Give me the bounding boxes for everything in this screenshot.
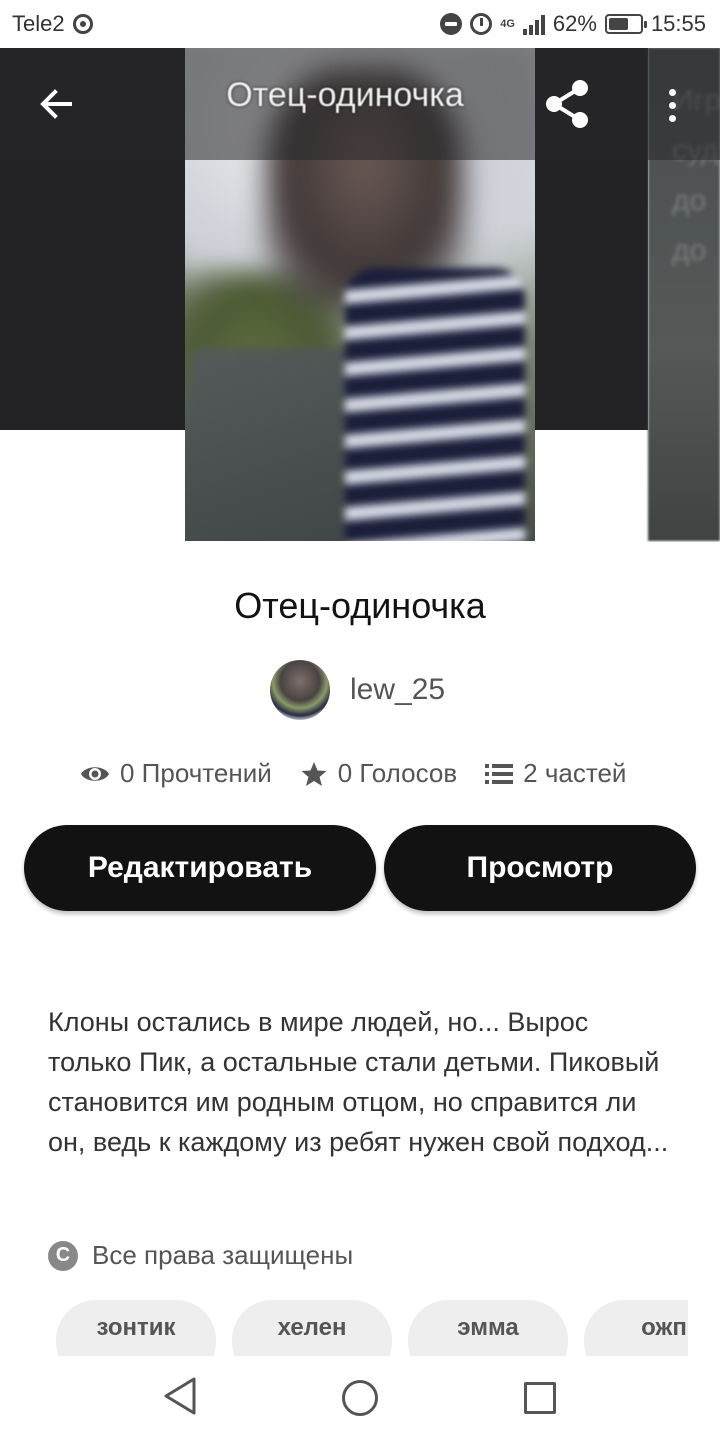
share-icon xyxy=(546,80,588,128)
do-not-disturb-icon xyxy=(440,13,463,35)
carrier-label: Tele2 xyxy=(12,11,65,36)
clock: 15:55 xyxy=(650,11,706,36)
story-title: Отец-одиночка xyxy=(234,585,486,626)
parts-stat: 2 частей xyxy=(485,758,626,789)
reads-count: 0 Прочтений xyxy=(120,758,272,788)
hotspot-icon xyxy=(72,14,93,34)
nav-home-icon[interactable] xyxy=(342,1380,378,1416)
more-vertical-icon xyxy=(668,88,676,96)
share-button[interactable] xyxy=(540,76,596,132)
author-link[interactable]: lew_25 xyxy=(270,660,445,720)
votes-stat: 0 Голосов xyxy=(300,758,457,789)
cover-carousel[interactable]: Игр суд до до Отец-одиночка xyxy=(0,48,720,542)
signal-icon xyxy=(522,13,545,35)
toolbar-title: Отец-одиночка xyxy=(226,76,464,114)
eye-icon xyxy=(81,766,109,781)
alarm-icon xyxy=(470,13,493,35)
network-type: 4G xyxy=(500,18,515,30)
back-button[interactable] xyxy=(30,78,82,130)
star-icon xyxy=(301,761,327,786)
nav-back-icon[interactable] xyxy=(162,1376,198,1416)
system-navigation-bar xyxy=(0,1356,720,1440)
arrow-left-icon xyxy=(40,89,72,119)
author-name[interactable]: lew_25 xyxy=(350,673,445,707)
story-stats: 0 Прочтений 0 Голосов 2 частей xyxy=(80,758,626,789)
copyright-row: C Все права защищены xyxy=(48,1240,353,1271)
tag-list: зонтик хелен эмма ожп xyxy=(56,1300,688,1356)
copyright-label: Все права защищены xyxy=(92,1240,354,1270)
avatar[interactable] xyxy=(270,660,330,720)
tag-chip[interactable]: зонтик xyxy=(56,1300,216,1356)
reads-stat: 0 Прочтений xyxy=(80,758,272,789)
tag-chip[interactable]: хелен xyxy=(232,1300,392,1356)
copyright-icon: C xyxy=(48,1240,78,1271)
nav-recent-apps-icon[interactable] xyxy=(524,1382,556,1414)
tag-chip[interactable]: эмма xyxy=(408,1300,568,1356)
preview-button[interactable]: Просмотр xyxy=(384,825,696,911)
battery-icon xyxy=(604,14,647,34)
more-options-button[interactable] xyxy=(658,80,686,130)
status-bar: Tele2 4G 62% 15:55 xyxy=(0,0,720,48)
battery-percent: 62% xyxy=(552,11,597,36)
tag-chip[interactable]: ожп xyxy=(584,1300,688,1356)
parts-count: 2 частей xyxy=(523,758,627,788)
top-app-bar: Отец-одиночка xyxy=(0,48,720,160)
list-icon xyxy=(485,763,514,784)
edit-button[interactable]: Редактировать xyxy=(24,825,376,911)
story-description: Клоны остались в мире людей, но... Вырос… xyxy=(48,1007,669,1157)
votes-count: 0 Голосов xyxy=(337,758,458,788)
